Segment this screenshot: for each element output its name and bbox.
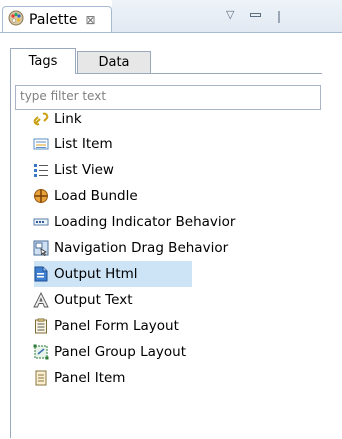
minimize-icon[interactable]	[250, 13, 261, 17]
list-item-label: Output Text	[54, 292, 133, 308]
list-item-selected[interactable]: Output Html	[32, 261, 192, 287]
list-item[interactable]: Output Text	[32, 287, 133, 313]
panel-group-layout-icon	[32, 343, 50, 361]
list-item[interactable]: Loading Indicator Behavior	[32, 209, 235, 235]
tab-data[interactable]: Data	[77, 51, 151, 73]
list-item-label: Output Html	[54, 266, 138, 282]
palette-icon	[8, 10, 24, 30]
palette-subtabs: Tags Data	[10, 48, 322, 74]
list-item[interactable]: Panel Form Layout	[32, 313, 179, 339]
link-icon	[32, 110, 50, 128]
list-item-label: Load Bundle	[54, 188, 138, 204]
load-bundle-icon	[32, 187, 50, 205]
list-item-label: Link	[54, 111, 82, 127]
list-item-label: Panel Item	[54, 370, 126, 386]
list-item-label: Panel Group Layout	[54, 344, 186, 360]
palette-view-tab[interactable]: Palette ⊠	[2, 6, 112, 32]
list-item[interactable]: Load Bundle	[32, 183, 138, 209]
list-item[interactable]: Panel Group Layout	[32, 339, 186, 365]
output-html-icon	[32, 265, 50, 283]
close-view-icon[interactable]: ⊠	[86, 13, 96, 27]
list-item[interactable]: List View	[32, 157, 114, 183]
list-item-label: List View	[54, 162, 114, 178]
list-item-label: List Item	[54, 136, 113, 152]
list-item[interactable]: Link	[32, 106, 82, 132]
panel-item-icon	[32, 369, 50, 387]
list-item-label: Loading Indicator Behavior	[54, 214, 236, 230]
list-item[interactable]: List Item	[32, 131, 113, 157]
list-item[interactable]: Panel Item	[32, 365, 125, 391]
output-text-icon	[32, 291, 50, 309]
tab-tags[interactable]: Tags	[10, 48, 76, 74]
content-border	[10, 74, 11, 438]
list-item-label: Panel Form Layout	[54, 318, 179, 334]
view-menu-icon[interactable]: ▽	[226, 8, 234, 21]
panel-form-layout-icon	[32, 317, 50, 335]
list-item-icon	[32, 135, 50, 153]
toolbar-separator	[278, 11, 280, 23]
list-item[interactable]: Navigation Drag Behavior	[32, 235, 228, 261]
list-item-label: Navigation Drag Behavior	[54, 240, 229, 256]
navigation-drag-icon	[32, 239, 50, 257]
filter-input[interactable]	[16, 86, 320, 106]
list-view-icon	[32, 161, 50, 179]
loading-indicator-icon	[32, 213, 50, 231]
palette-view-title: Palette	[29, 11, 78, 28]
